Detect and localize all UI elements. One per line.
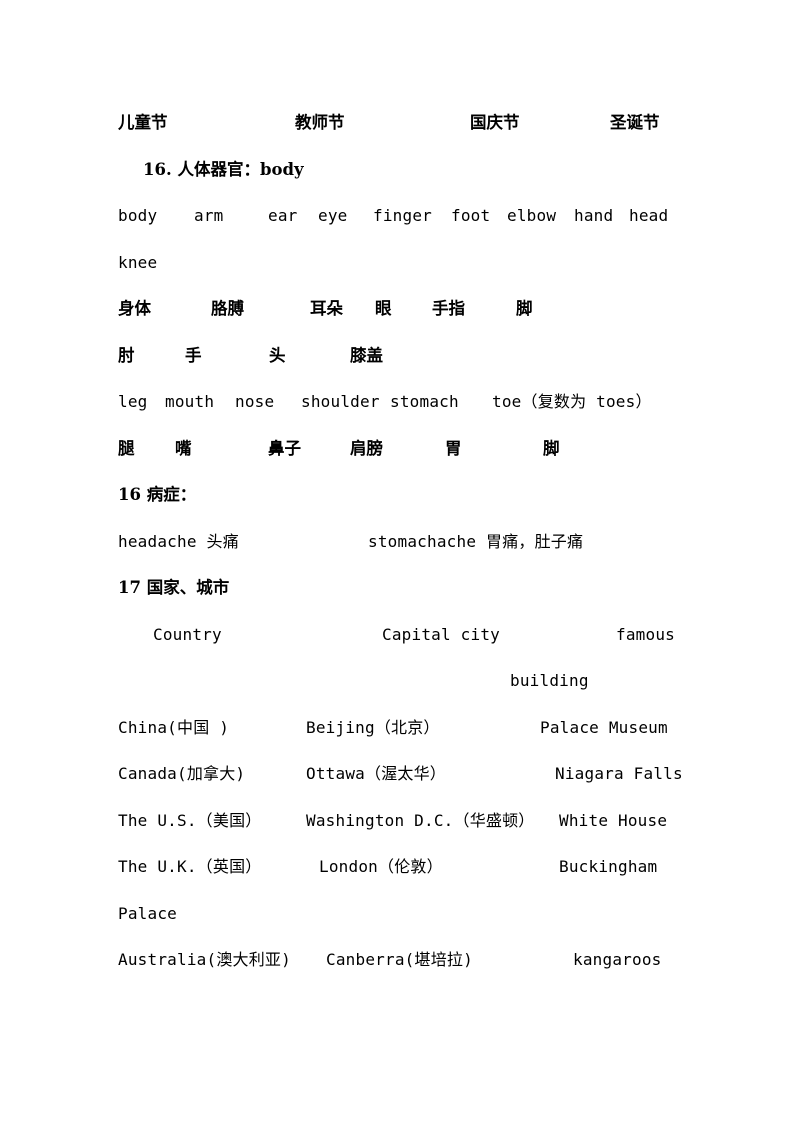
section-illness-heading: 16 病症： (118, 485, 197, 504)
capital-ottawa: Ottawa（渥太华） (306, 764, 446, 783)
word-jianbang-shoulder: 肩膀 (350, 438, 383, 458)
country-canada: Canada(加拿大) (118, 764, 246, 783)
word-tui-leg: 腿 (118, 438, 135, 458)
word-zhou-elbow: 肘 (118, 345, 135, 365)
word-tou-head: 头 (269, 345, 286, 365)
word-shoulder: shoulder (301, 392, 380, 411)
word-zui-mouth: 嘴 (175, 438, 192, 458)
landmark-kangaroos: kangaroos (573, 950, 662, 969)
country-china: China(中国 ) (118, 717, 230, 737)
word-shenti-body: 身体 (118, 299, 151, 318)
word-shou-hand: 手 (185, 345, 202, 365)
landmark-buckingham: Buckingham (559, 857, 658, 876)
festival-christmas-day: 圣诞节 (610, 113, 660, 132)
body-english-row-3: leg mouth nose shoulder stomach toe（复数为 … (118, 379, 676, 426)
column-header-building: building (510, 671, 589, 690)
section-body-heading-row: 16. 人体器官：body (118, 147, 676, 194)
table-row: The U.S.（美国） Washington D.C.（华盛顿） White … (118, 798, 676, 845)
word-jiao-toe: 脚 (543, 438, 560, 458)
country-united-kingdom: The U.K.（英国） (118, 857, 262, 876)
landmark-palace-museum: Palace Museum (540, 717, 668, 737)
capital-washington-dc: Washington D.C.（华盛顿） (306, 810, 535, 830)
word-mouth: mouth (165, 392, 215, 411)
section-countries-heading: 17 国家、城市 (118, 578, 230, 597)
word-toe-with-plural-note: toe（复数为 toes） (492, 392, 652, 411)
word-leg: leg (118, 392, 148, 411)
word-shouzhi-finger: 手指 (432, 299, 465, 318)
word-body: body (118, 206, 158, 225)
capital-canberra: Canberra(堪培拉) (326, 950, 473, 969)
word-stomach: stomach (390, 392, 459, 411)
body-english-row-2: knee (118, 240, 676, 287)
word-hand: hand (574, 206, 614, 225)
table-row: China(中国 ) Beijing（北京） Palace Museum (118, 705, 676, 752)
country-united-states: The U.S.（美国） (118, 810, 262, 830)
word-jiao-foot: 脚 (516, 299, 533, 318)
festival-teachers-day: 教师节 (295, 113, 345, 132)
country-table-header-row-continued: building (118, 658, 676, 705)
word-ear: ear (268, 206, 298, 225)
body-chinese-row-3: 腿 嘴 鼻子 肩膀 胃 脚 (118, 426, 676, 473)
word-finger: finger (373, 206, 432, 225)
body-chinese-row-1: 身体 胳膊 耳朵 眼 手指 脚 (118, 286, 676, 333)
festivals-row: 儿童节 教师节 国庆节 圣诞节 (118, 100, 676, 147)
country-table-header-row: Country Capital city famous (118, 612, 676, 659)
section-countries-heading-row: 17 国家、城市 (118, 565, 676, 612)
word-erduo-ear: 耳朵 (310, 299, 343, 318)
table-row: The U.K.（英国） London（伦敦） Buckingham (118, 844, 676, 891)
column-header-famous: famous (616, 624, 675, 644)
festival-children-day: 儿童节 (118, 113, 168, 132)
illness-headache: headache 头痛 (118, 531, 239, 551)
section-illness-heading-row: 16 病症： (118, 472, 676, 519)
column-header-country: Country (153, 624, 222, 644)
word-bizi-nose: 鼻子 (268, 438, 301, 458)
word-gebo-arm: 胳膊 (211, 299, 244, 318)
word-xigai-knee: 膝盖 (350, 345, 383, 365)
word-yan-eye: 眼 (375, 299, 392, 318)
capital-beijing: Beijing（北京） (306, 717, 440, 737)
section-body-heading: 16. 人体器官：body (143, 159, 304, 179)
illness-stomachache: stomachache 胃痛，肚子痛 (368, 531, 584, 551)
column-header-capital-city: Capital city (382, 624, 500, 644)
word-eye: eye (318, 206, 348, 225)
word-wei-stomach: 胃 (445, 438, 462, 458)
table-row: Canada(加拿大) Ottawa（渥太华） Niagara Falls (118, 751, 683, 798)
landmark-niagara-falls: Niagara Falls (555, 764, 683, 783)
word-head: head (629, 206, 669, 225)
table-row-continued: Palace (118, 891, 676, 938)
festival-national-day: 国庆节 (470, 113, 520, 132)
word-nose: nose (235, 392, 275, 411)
word-foot: foot (451, 206, 491, 225)
word-knee: knee (118, 252, 158, 272)
word-arm: arm (194, 206, 224, 225)
table-row: Australia(澳大利亚) Canberra(堪培拉) kangaroos (118, 937, 676, 984)
country-australia: Australia(澳大利亚) (118, 950, 291, 969)
document-body: 儿童节 教师节 国庆节 圣诞节 16. 人体器官：body body arm e… (118, 100, 683, 984)
word-elbow: elbow (507, 206, 557, 225)
illness-entries-row: headache 头痛 stomachache 胃痛，肚子痛 (118, 519, 676, 566)
landmark-buckingham-palace-continued: Palace (118, 903, 177, 923)
document-page: 儿童节 教师节 国庆节 圣诞节 16. 人体器官：body body arm e… (0, 0, 794, 1123)
body-chinese-row-2: 肘 手 头 膝盖 (118, 333, 676, 380)
capital-london: London（伦敦） (319, 857, 443, 876)
landmark-white-house: White House (559, 810, 668, 830)
body-english-row-1: body arm ear eye finger foot elbow hand … (118, 193, 676, 240)
